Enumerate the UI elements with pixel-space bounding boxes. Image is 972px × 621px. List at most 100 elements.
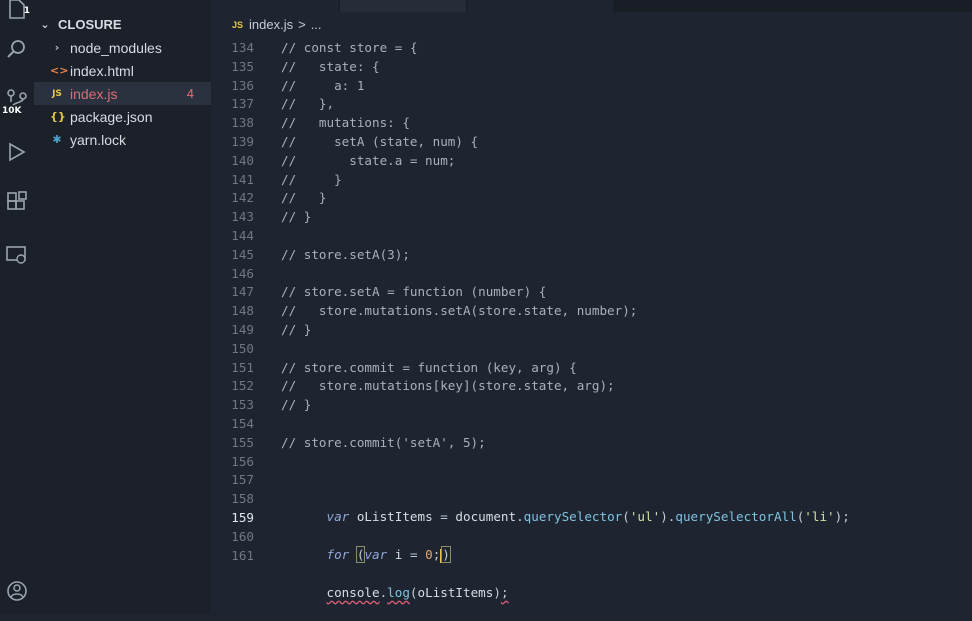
tree-item-index-js[interactable]: JS index.js 4 <box>34 82 211 105</box>
code-line: 155 // store.commit('setA', 5); <box>211 434 972 453</box>
account-icon[interactable] <box>0 574 34 608</box>
code-line: 149 // } <box>211 321 972 340</box>
tab-inactive-2[interactable] <box>467 0 613 12</box>
line-number: 142 <box>231 190 254 206</box>
code-line: 152 // store.mutations[key](store.state, … <box>211 377 972 396</box>
line-number: 140 <box>231 152 254 168</box>
line-number: 154 <box>231 416 254 431</box>
code-line: 146 <box>211 265 972 284</box>
code-line: 145 // store.setA(3); <box>211 246 972 265</box>
run-debug-icon[interactable] <box>0 135 34 169</box>
line-number: 135 <box>231 58 254 74</box>
files-icon[interactable]: 1 <box>0 0 34 26</box>
code-line: 136 // a: 1 <box>211 77 972 96</box>
chevron-down-icon: ⌄ <box>40 18 50 31</box>
tab-inactive-1[interactable] <box>211 0 339 12</box>
js-file-icon: JS <box>232 19 244 30</box>
line-number: 156 <box>231 453 254 469</box>
line-number: 139 <box>231 134 254 149</box>
explorer-section-header[interactable]: ⌄ CLOSURE <box>34 13 211 36</box>
line-text: // store.mutations[key](store.state, arg… <box>281 378 615 394</box>
line-number: 148 <box>231 303 254 319</box>
yarn-file-icon: ✱ <box>52 133 62 146</box>
line-text: // const store = { <box>281 40 418 55</box>
token-identifier: console <box>326 584 380 600</box>
line-text: // setA (state, num) { <box>281 134 479 149</box>
line-number: 150 <box>231 340 254 356</box>
token-function: log <box>387 584 410 600</box>
tree-item-index-html[interactable]: <> index.html <box>34 59 211 82</box>
line-text: // store.setA = function (number) { <box>281 284 547 300</box>
line-text: // } <box>281 322 312 337</box>
token-punctuation: ( <box>409 584 418 600</box>
html-file-icon: <> <box>50 64 69 77</box>
line-number: 149 <box>231 322 254 337</box>
source-control-icon[interactable]: 10K <box>0 82 34 116</box>
code-line: 138 // mutations: { <box>211 114 972 133</box>
line-number: 151 <box>231 359 254 375</box>
line-number: 145 <box>231 246 254 262</box>
code-editor[interactable]: 134 // const store = {135 // state: {136 //… <box>211 37 972 614</box>
line-text: // state.a = num; <box>281 152 456 168</box>
line-text: // } <box>281 171 342 187</box>
tree-item-label: node_modules <box>70 39 162 56</box>
code-line: 140 // state.a = num; <box>211 152 972 171</box>
tree-item-label: index.html <box>70 62 134 79</box>
breadcrumb: JS index.js > ... <box>211 12 972 37</box>
token-punctuation: ; <box>500 584 509 600</box>
tree-item-package-json[interactable]: {} package.json <box>34 105 211 128</box>
line-number: 152 <box>231 378 254 394</box>
line-number: 137 <box>231 96 254 112</box>
tree-item-node-modules[interactable]: › node_modules <box>34 36 211 59</box>
chevron-right-icon: › <box>54 41 60 54</box>
code-line: 154 <box>211 415 972 434</box>
line-number: 153 <box>231 397 254 413</box>
breadcrumb-separator: > <box>298 17 306 32</box>
extensions-icon[interactable] <box>0 185 34 219</box>
search-icon[interactable] <box>0 32 34 66</box>
json-file-icon: {} <box>50 110 66 123</box>
line-number: 155 <box>231 434 254 450</box>
code-line-159-content: for (var i = 0;) <box>211 509 972 564</box>
section-title: CLOSURE <box>58 17 122 32</box>
code-line: 151 // store.commit = function (key, arg)… <box>211 359 972 378</box>
line-number: 134 <box>231 40 254 55</box>
breadcrumb-file[interactable]: index.js <box>249 17 293 32</box>
line-text: // store.mutations.setA(store.state, num… <box>281 303 638 319</box>
line-text: // store.setA(3); <box>281 246 410 262</box>
line-number: 136 <box>231 77 254 93</box>
line-text: // } <box>281 209 312 225</box>
line-number: 144 <box>231 228 254 243</box>
line-text: // state: { <box>281 58 380 74</box>
tree-item-yarn-lock[interactable]: ✱ yarn.lock <box>34 128 211 151</box>
tree-item-label: index.js <box>70 85 118 102</box>
line-text: // } <box>281 190 327 206</box>
token-identifier: oListItems <box>417 584 494 600</box>
breadcrumb-symbol[interactable]: ... <box>311 17 322 32</box>
line-text: // }, <box>281 96 335 112</box>
code-line-157-content: var oListItems = document.querySelector(… <box>211 471 972 524</box>
line-number: 143 <box>231 209 254 225</box>
code-line: 135 // state: { <box>211 58 972 77</box>
code-line: 148 // store.mutations.setA(store.state, … <box>211 302 972 321</box>
tab-active[interactable] <box>340 0 466 12</box>
remote-explorer-icon[interactable] <box>0 238 34 272</box>
code-line: 150 <box>211 340 972 359</box>
line-number: 146 <box>231 265 254 281</box>
problems-badge: 4 <box>186 86 194 101</box>
code-line: 142 // } <box>211 189 972 208</box>
js-file-icon: JS <box>52 88 62 99</box>
tree-item-label: package.json <box>70 108 153 125</box>
code-line: 139 // setA (state, num) { <box>211 133 972 152</box>
tree-item-label: yarn.lock <box>70 131 127 148</box>
code-line: 156 <box>211 453 972 472</box>
line-text: // } <box>281 397 312 413</box>
explorer-badge: 1 <box>23 6 30 16</box>
activity-bar: 1 10K <box>0 0 34 614</box>
code-line: 141 // } <box>211 171 972 190</box>
code-line: 134 // const store = { <box>211 39 972 58</box>
code-line: 144 <box>211 227 972 246</box>
code-line: 147 // store.setA = function (number) { <box>211 283 972 302</box>
explorer-sidebar: ⌄ CLOSURE › node_modules <> index.html J… <box>34 0 211 614</box>
token-punctuation: ) <box>493 584 501 600</box>
